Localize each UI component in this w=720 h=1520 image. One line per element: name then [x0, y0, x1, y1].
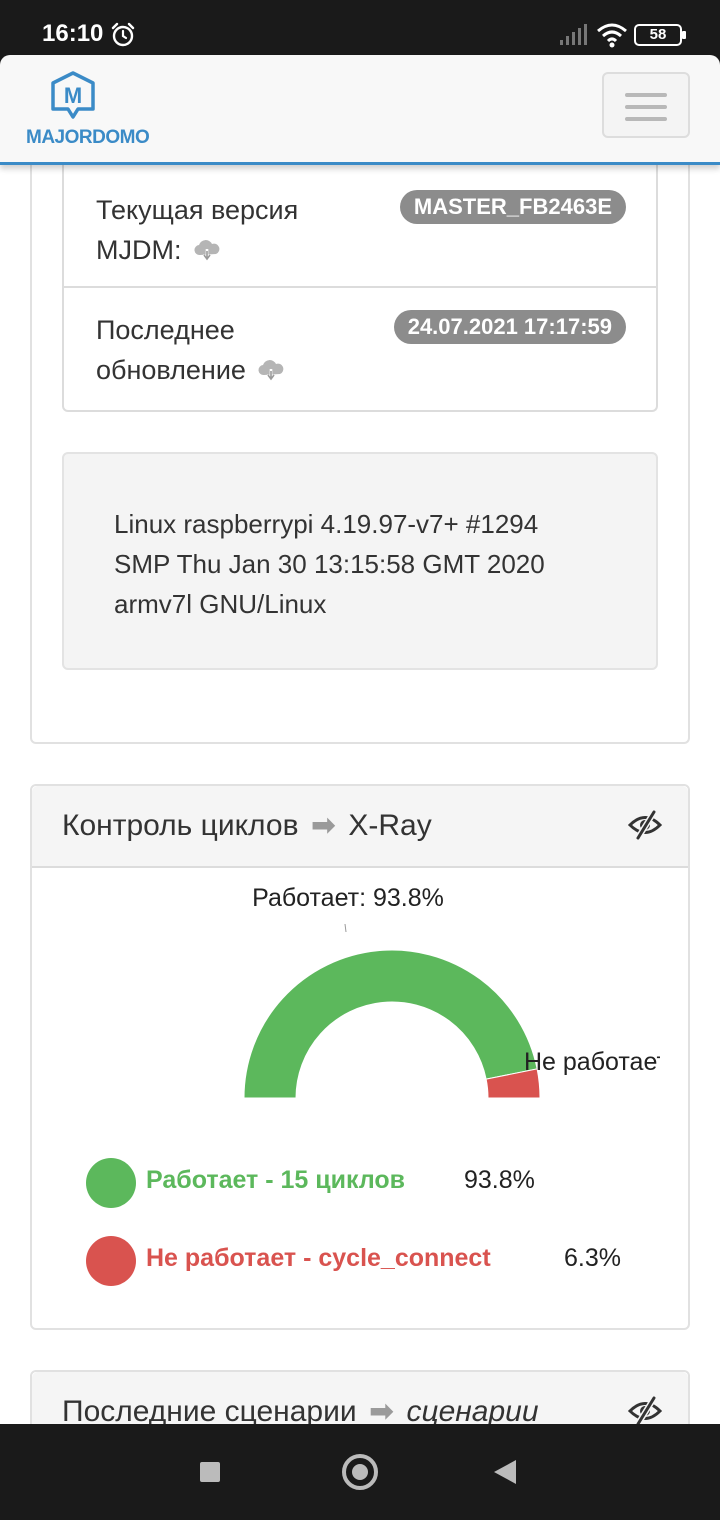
kernel-line-1: Linux raspberrypi 4.19.97-v7+ #1294 [114, 509, 539, 539]
gauge-slice-working[interactable] [243, 949, 538, 1099]
battery-icon: 58 [634, 24, 682, 46]
eye-slash-icon[interactable] [628, 1396, 662, 1426]
cycles-gauge-chart: Работает: 93.8% Не работает [243, 884, 669, 1099]
xray-link[interactable]: X-Ray [348, 809, 431, 842]
kernel-line-2: SMP Thu Jan 30 13:15:58 GMT 2020 [114, 549, 545, 579]
kernel-info-well: Linux raspberrypi 4.19.97-v7+ #1294 SMP … [62, 452, 658, 670]
recents-icon[interactable] [200, 1462, 220, 1482]
hamburger-icon-bar [625, 117, 667, 121]
updated-badge: 24.07.2021 17:17:59 [393, 310, 626, 344]
system-navigation-bar [0, 1424, 720, 1520]
home-icon-inner [352, 1464, 368, 1480]
cycles-panel-title: Контроль циклов ➡ X-Ray [62, 806, 432, 846]
label-leader-line [344, 923, 347, 933]
legend-dot-not-working [86, 1236, 136, 1286]
system-info-table: Текущая версия MJDM: MASTER_FB2463E Посл… [62, 140, 658, 412]
back-icon[interactable] [494, 1460, 516, 1484]
cycles-panel-header: Контроль циклов ➡ X-Ray [32, 786, 688, 868]
menu-toggle-button[interactable] [602, 72, 690, 138]
kernel-line-3: armv7l GNU/Linux [114, 589, 327, 619]
majordomo-logo[interactable]: M MAJORDOMO [26, 69, 150, 149]
chart-label-working: Работает: 93.8% [252, 884, 444, 912]
version-label-line1: Текущая версия [96, 195, 299, 225]
hamburger-icon-bar [625, 105, 667, 109]
legend-item-not-working: Не работает - cycle_connect 6.3% [86, 1236, 646, 1286]
cloud-download-icon[interactable] [257, 359, 285, 383]
updated-label-line1: Последнее [96, 315, 235, 345]
arrow-right-icon: ➡ [310, 809, 336, 842]
kernel-info-text: Linux raspberrypi 4.19.97-v7+ #1294 SMP … [114, 504, 634, 624]
app-navbar: M MAJORDOMO [0, 55, 720, 165]
gauge-arcs [243, 949, 541, 1099]
legend-item-working: Работает - 15 циклов 93.8% [86, 1158, 646, 1208]
table-row-updated: Последнее обновление 24.07.2021 17:17:59 [64, 290, 656, 410]
battery-nub [682, 31, 686, 39]
version-badge: MASTER_FB2463E [399, 190, 626, 224]
updated-label: Последнее обновление [96, 310, 366, 390]
logo-letter: M [64, 83, 82, 108]
table-row-version: Текущая версия MJDM: MASTER_FB2463E [64, 170, 656, 288]
updated-label-line2: обновление [96, 355, 246, 385]
eye-slash-icon[interactable] [628, 810, 662, 840]
version-label-line2: MJDM: [96, 235, 182, 265]
logo-icon: M [51, 71, 95, 119]
legend-label-not-working[interactable]: Не работает - cycle_connect [146, 1244, 491, 1273]
legend-value-not-working: 6.3% [564, 1244, 621, 1272]
battery-level: 58 [649, 26, 667, 43]
status-time: 16:10 [42, 20, 104, 47]
legend-value-working: 93.8% [464, 1166, 535, 1194]
alarm-icon [111, 22, 135, 47]
home-icon[interactable] [342, 1454, 378, 1490]
legend-label-working[interactable]: Работает - 15 циклов [146, 1166, 405, 1195]
chart-label-not-working: Не работает [524, 1048, 669, 1076]
logo-text: MAJORDOMO [26, 127, 150, 148]
signal-icon [560, 24, 587, 45]
cycles-title-text: Контроль циклов [62, 809, 299, 842]
wifi-icon [597, 23, 627, 48]
cloud-download-icon[interactable] [193, 239, 221, 263]
hamburger-icon [625, 93, 667, 97]
version-label: Текущая версия MJDM: [96, 190, 366, 270]
cycles-panel: Контроль циклов ➡ X-Ray Работает: 93.8% … [30, 784, 690, 1330]
legend-dot-working [86, 1158, 136, 1208]
